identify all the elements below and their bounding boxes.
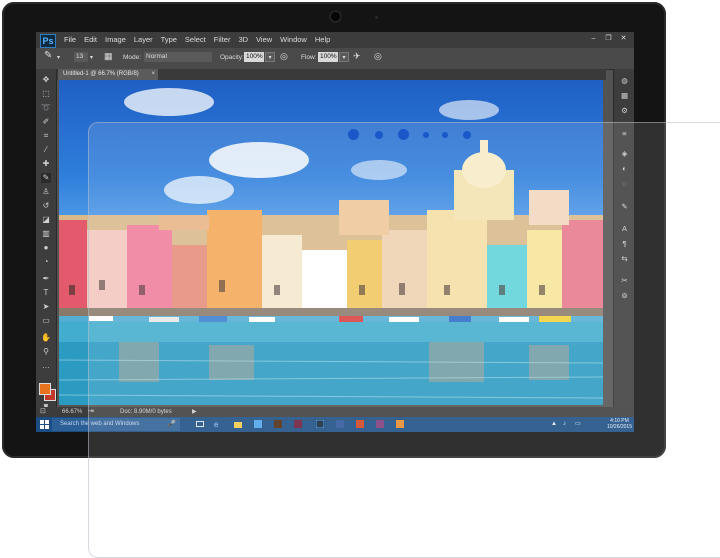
type-icon[interactable]: T <box>41 288 51 298</box>
close-icon[interactable]: ✕ <box>619 35 628 43</box>
menu-image[interactable]: Image <box>101 32 130 48</box>
screen-protector-overlay <box>88 122 720 558</box>
window-controls: – ❐ ✕ <box>589 35 628 43</box>
document-tab-title: Untitled-1 @ 66.7% (RGB/8) <box>63 71 139 77</box>
menu-edit[interactable]: Edit <box>80 32 101 48</box>
path-select-icon[interactable]: ➤ <box>41 302 51 312</box>
menu-layer[interactable]: Layer <box>130 32 157 48</box>
healing-icon[interactable]: ✚ <box>41 159 51 169</box>
ambient-sensor <box>375 16 378 19</box>
quick-select-icon[interactable]: ✐ <box>41 117 51 127</box>
swatches-icon[interactable]: ▦ <box>619 91 630 101</box>
menu-3d[interactable]: 3D <box>234 32 252 48</box>
opacity-field[interactable]: 100% <box>244 52 264 62</box>
gradient-icon[interactable]: ▥ <box>41 229 51 239</box>
menu-type[interactable]: Type <box>157 32 181 48</box>
brush-size-field[interactable]: 13 <box>74 52 88 62</box>
menu-select[interactable]: Select <box>181 32 210 48</box>
loading-dot <box>375 131 383 139</box>
flow-label: Flow: <box>301 54 317 61</box>
mode-label: Mode: <box>123 54 142 61</box>
restore-icon[interactable]: ❐ <box>604 35 613 43</box>
blur-icon[interactable]: ● <box>41 243 51 253</box>
history-icon[interactable]: ◍ <box>619 76 630 86</box>
airbrush-icon[interactable]: ✈ <box>353 51 361 61</box>
marquee-icon[interactable]: ⬚ <box>41 89 51 99</box>
more-tools-icon[interactable]: … <box>41 361 51 371</box>
menu-window[interactable]: Window <box>276 32 311 48</box>
opacity-dropdown-icon[interactable]: ▾ <box>265 52 275 62</box>
brush-icon[interactable]: ✎ <box>41 173 51 183</box>
loading-dot <box>398 129 409 140</box>
loading-dot <box>442 132 448 138</box>
menu-bar: Ps File Edit Image Layer Type Select Fil… <box>36 32 634 48</box>
pressure-opacity-icon[interactable]: ◎ <box>280 51 288 61</box>
menu-help[interactable]: Help <box>311 32 334 48</box>
menu-filter[interactable]: Filter <box>210 32 235 48</box>
brush-size-chevron-icon[interactable]: ▾ <box>90 53 93 63</box>
menu-items: File Edit Image Layer Type Select Filter… <box>60 32 334 48</box>
front-camera <box>331 12 340 21</box>
status-nav-icon[interactable]: ⊡ <box>40 407 46 417</box>
photoshop-logo: Ps <box>40 34 56 48</box>
windows-start-icon[interactable] <box>40 420 49 429</box>
loading-dot <box>463 131 471 139</box>
pen-icon[interactable]: ✒ <box>41 274 51 284</box>
zoom-level[interactable]: 66.67% <box>62 407 82 417</box>
minimize-icon[interactable]: – <box>589 35 598 43</box>
flow-dropdown-icon[interactable]: ▾ <box>339 52 349 62</box>
document-tab[interactable]: Untitled-1 @ 66.7% (RGB/8) × <box>58 69 158 80</box>
document-tab-close-icon[interactable]: × <box>151 69 155 80</box>
flow-field[interactable]: 100% <box>318 52 338 62</box>
eraser-icon[interactable]: ◪ <box>41 215 51 225</box>
dodge-icon[interactable]: ◔ <box>41 257 51 267</box>
history-brush-icon[interactable]: ↺ <box>41 201 51 211</box>
move-icon[interactable]: ✥ <box>41 75 51 85</box>
menu-file[interactable]: File <box>60 32 80 48</box>
brush-tool-icon[interactable]: ✎ <box>44 51 52 61</box>
menu-view[interactable]: View <box>252 32 276 48</box>
opacity-label: Opacity: <box>220 54 244 61</box>
brush-panel-icon[interactable]: ▦ <box>104 51 113 61</box>
options-bar: ✎ ▾ 13 ▾ ▦ Mode: Normal Opacity: 100% ▾ … <box>36 48 634 70</box>
hand-icon[interactable]: ✋ <box>41 333 51 343</box>
brush-picker-chevron-icon[interactable]: ▾ <box>57 53 60 63</box>
stamp-icon[interactable]: ♙ <box>41 187 51 197</box>
loading-dot <box>423 132 429 138</box>
shape-icon[interactable]: ▭ <box>41 316 51 326</box>
adjustments-icon[interactable]: ⚙ <box>619 106 630 116</box>
loading-dots-indicator <box>348 128 478 142</box>
pressure-size-icon[interactable]: ◎ <box>374 51 382 61</box>
document-tab-bar: Untitled-1 @ 66.7% (RGB/8) × <box>56 69 606 80</box>
loading-dot <box>348 129 359 140</box>
foreground-color-swatch[interactable] <box>39 383 51 395</box>
lasso-icon[interactable]: ➰ <box>41 103 51 113</box>
zoom-icon[interactable]: ⚲ <box>41 347 51 357</box>
crop-icon[interactable]: ⌗ <box>41 131 51 141</box>
eyedropper-icon[interactable]: ⁄ <box>41 145 51 155</box>
mode-select[interactable]: Normal <box>144 52 212 62</box>
tools-panel: ✥ ⬚ ➰ ✐ ⌗ ⁄ ✚ ✎ ♙ ↺ ◪ ▥ ● ◔ ✒ T ➤ ▭ ✋ ⚲ … <box>36 69 57 410</box>
